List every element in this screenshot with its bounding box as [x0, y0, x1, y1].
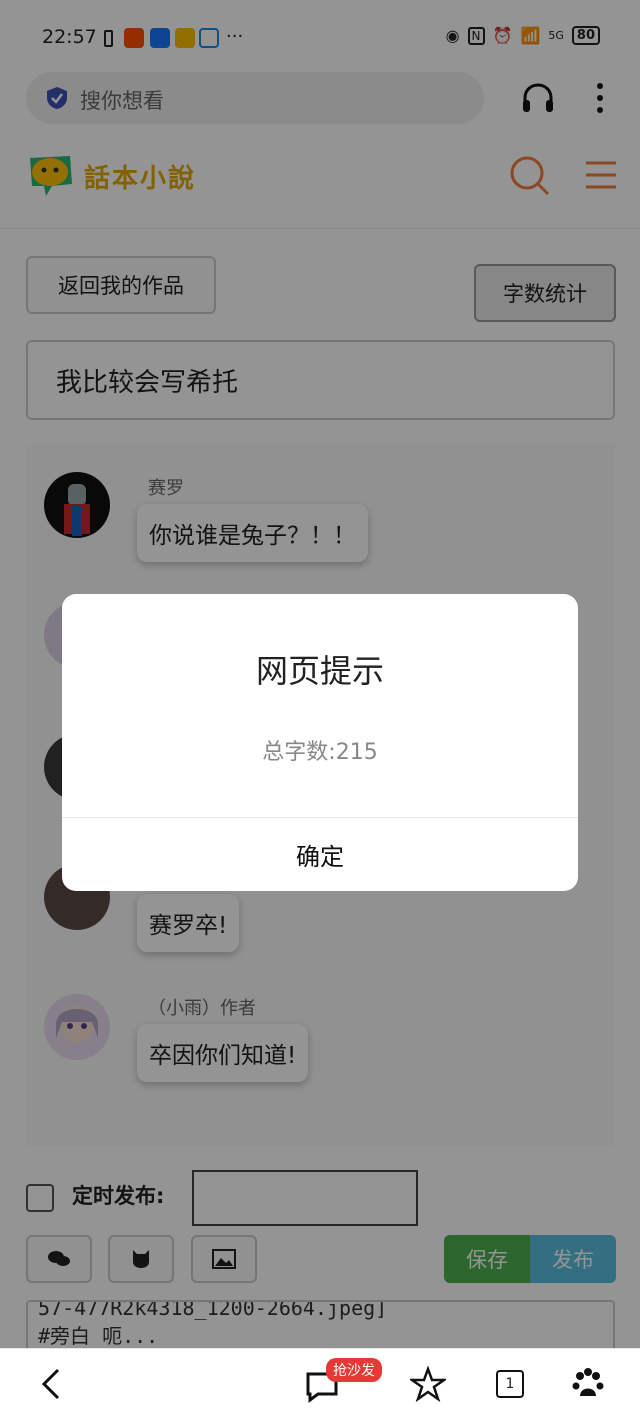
dialog-title: 网页提示 — [255, 652, 384, 690]
back-icon[interactable] — [34, 1366, 70, 1402]
dialog-message: 总字数:215 — [262, 740, 378, 765]
tabs-count-button[interactable]: 1 — [496, 1370, 524, 1398]
favorite-star-icon[interactable] — [410, 1366, 446, 1402]
baidu-paw-icon[interactable] — [570, 1366, 606, 1402]
dialog-ok-button[interactable]: 确定 — [62, 818, 578, 891]
tabs-count: 1 — [505, 1376, 515, 1392]
sofa-badge: 抢沙发 — [326, 1358, 382, 1382]
